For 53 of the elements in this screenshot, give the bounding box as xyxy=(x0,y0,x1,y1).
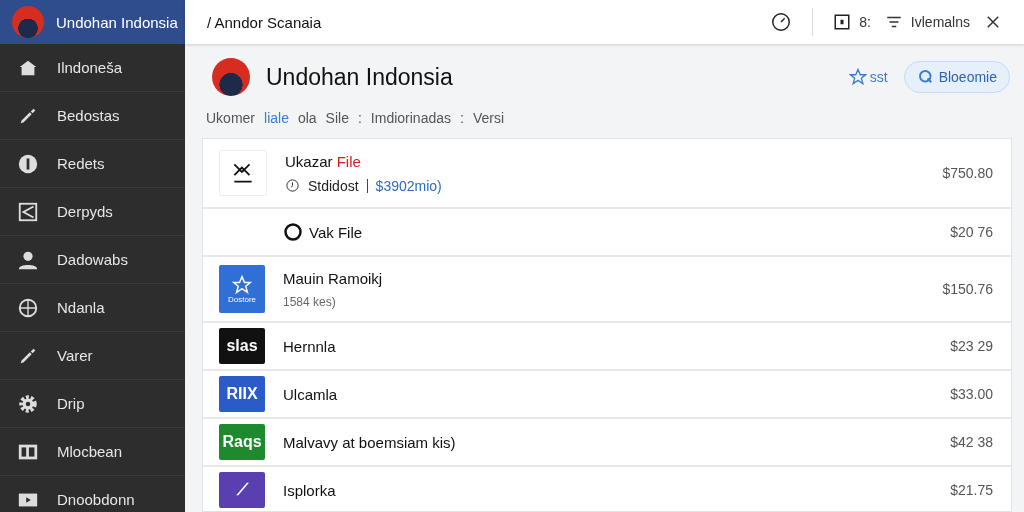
brand-logo: slas xyxy=(219,328,265,364)
item-title[interactable]: Vak File xyxy=(309,223,363,241)
tab[interactable]: : xyxy=(460,110,464,126)
avatar-icon xyxy=(212,58,250,96)
tab[interactable]: Sile xyxy=(325,110,349,126)
tab[interactable]: : xyxy=(357,110,362,126)
clock-icon xyxy=(285,178,300,193)
compass-icon[interactable] xyxy=(770,11,793,33)
item-price: $20 76 xyxy=(950,224,993,240)
gear-icon xyxy=(17,392,39,415)
brand-logo: ⟋ xyxy=(219,472,265,508)
item-price: $150.76 xyxy=(942,281,993,297)
item-price: $21.75 xyxy=(950,482,993,498)
info-icon xyxy=(17,152,39,175)
tab[interactable]: Ukomer xyxy=(206,110,255,126)
item-title[interactable]: Hernnla xyxy=(283,337,336,355)
tab[interactable]: ola xyxy=(297,110,317,126)
item-price: $750.80 xyxy=(942,165,993,181)
star-icon xyxy=(848,68,867,86)
tab[interactable]: Versi xyxy=(472,110,505,126)
app-title: Undohan Indonsia xyxy=(56,13,178,31)
store-logo: Dostore xyxy=(219,265,265,313)
item-title[interactable]: Mauin Ramoikj xyxy=(283,269,383,287)
sidebar-item[interactable]: Redets xyxy=(0,140,185,188)
item-title[interactable]: Ulcamla xyxy=(283,385,338,403)
item-price: $23 29 xyxy=(950,338,993,354)
search-button[interactable]: Bloeomie xyxy=(903,61,1010,93)
price-link[interactable]: $3902mio) xyxy=(375,177,442,194)
item-price: $33.00 xyxy=(950,386,993,402)
avatar-icon xyxy=(12,6,44,38)
page-title: Undohan Indonsia xyxy=(266,63,453,91)
close-icon[interactable] xyxy=(984,13,1002,31)
tab[interactable]: liale xyxy=(264,110,289,126)
tab[interactable]: Imdiorinadas xyxy=(370,110,451,126)
count-label: 8: xyxy=(859,14,871,30)
circle-icon xyxy=(283,222,303,242)
brand-logo: RIIX xyxy=(219,376,265,412)
item-title[interactable]: Malvavy at boemsiam kis) xyxy=(283,433,456,451)
sidebar-item[interactable]: Mlocbean xyxy=(0,428,185,476)
square-icon[interactable] xyxy=(833,13,852,31)
globe-icon xyxy=(17,296,39,319)
search-icon xyxy=(916,68,935,86)
breadcrumb: / Anndor Scanaia xyxy=(207,13,322,31)
x-logo-icon xyxy=(219,150,267,196)
item-price: $42 38 xyxy=(950,434,993,450)
frame-icon xyxy=(17,200,39,223)
item-title[interactable]: Isplorka xyxy=(283,481,336,499)
brand-logo: Raqs xyxy=(219,424,265,460)
item-meta: Stdidost xyxy=(308,177,359,194)
item-title[interactable]: Ukazar File xyxy=(285,152,361,170)
item-subtitle: 1584 kes) xyxy=(283,294,337,309)
filter-label[interactable]: Ivlemalns xyxy=(910,14,970,30)
star-button[interactable]: sst xyxy=(848,68,888,86)
